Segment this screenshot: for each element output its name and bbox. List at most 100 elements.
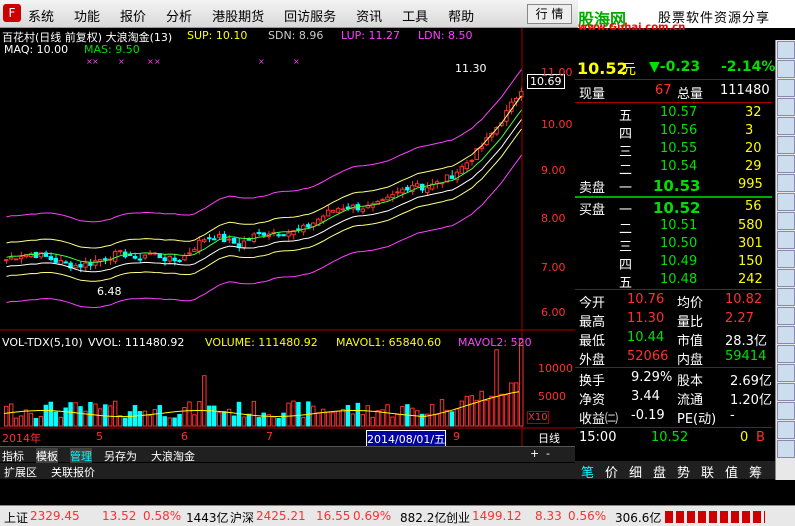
volume-bar (8, 403, 14, 427)
volume-bar (167, 417, 172, 427)
zoom-badge[interactable]: X10 (527, 411, 549, 424)
toolbar-button-icon[interactable] (777, 79, 795, 97)
add-button[interactable]: + (530, 447, 539, 460)
extension-tab[interactable]: 扩展区 (4, 464, 37, 480)
kline-chart[interactable]: × × × × × × × 百花村(日线 前复权) 大浪淘金(13) SUP: 10.10 … (0, 28, 575, 448)
chart-tab[interactable]: 模板 (36, 448, 58, 464)
ask-price: 10.54 (660, 159, 698, 174)
price-unit: 元 (622, 62, 636, 78)
toolbar-button-icon[interactable] (777, 136, 795, 154)
sh-index-change: 13.52 (102, 509, 137, 523)
market-strength-bar (665, 511, 765, 523)
candle-body (385, 196, 390, 201)
toolbar-button-icon[interactable] (777, 345, 795, 363)
toolbar-button-icon[interactable] (777, 307, 795, 325)
toolbar-button-icon[interactable] (777, 250, 795, 268)
menu-item[interactable]: 功能 (74, 6, 110, 25)
toolbar-button-icon[interactable] (777, 326, 795, 344)
candle-body (464, 162, 470, 170)
stat-value: 1.20亿 (730, 393, 772, 408)
detail-tab[interactable]: 筹 (749, 462, 762, 481)
date-axis-label: 6 (181, 430, 188, 443)
bid-volume: 301 (738, 236, 763, 251)
price-axis-label: 6.00 (541, 306, 566, 319)
divider (575, 289, 772, 290)
signal-marker: × (118, 57, 125, 66)
detail-tab[interactable]: 细 (629, 462, 642, 481)
volume-bar (459, 400, 465, 427)
detail-tab[interactable]: 值 (725, 462, 738, 481)
price-axis-label: 9.00 (541, 164, 566, 177)
toolbar-button-icon[interactable] (777, 383, 795, 401)
menu-item[interactable]: 港股期货 (212, 6, 274, 25)
bid-level: 一 (619, 203, 633, 218)
detail-tab[interactable]: 笔 (581, 462, 594, 481)
status-bar: 上证 2329.45 13.52 0.58% 1443亿 沪深 2425.21 … (0, 505, 795, 526)
toolbar-button-icon[interactable] (777, 402, 795, 420)
volume-bar (152, 409, 158, 427)
price-axis-label: 8.00 (541, 212, 566, 225)
ask1-price: 10.53 (653, 177, 701, 195)
toolbar-button-icon[interactable] (777, 98, 795, 116)
stat-label: 今开 (579, 296, 606, 311)
menu-item[interactable]: 帮助 (448, 6, 484, 25)
volume-bar (410, 407, 415, 427)
menu-item[interactable]: 工具 (402, 6, 438, 25)
last-price: 10.52 (577, 59, 628, 78)
menu-item[interactable]: 系统 (28, 6, 64, 25)
volume-bar (311, 405, 316, 427)
toolbar-button-icon[interactable] (777, 117, 795, 135)
candle-body (301, 224, 306, 233)
quote-button[interactable]: 行 情 (527, 4, 572, 24)
toolbar-button-icon[interactable] (777, 155, 795, 173)
toolbar-button-icon[interactable] (777, 41, 795, 59)
signal-marker: × (293, 57, 300, 66)
mavol1-value: MAVOL1: 65840.60 (336, 336, 442, 349)
menu-item[interactable]: 资讯 (356, 6, 392, 25)
toolbar-button-icon[interactable] (777, 288, 795, 306)
period-label[interactable]: 日线 (538, 430, 560, 446)
volume-bar (469, 395, 474, 427)
toolbar-button-icon[interactable] (777, 174, 795, 192)
volume-bar (212, 405, 217, 427)
toolbar-button-icon[interactable] (777, 269, 795, 287)
ask-volume: 32 (745, 105, 762, 120)
candle-body (340, 208, 346, 211)
ask-price: 10.57 (660, 105, 698, 120)
candle-body (18, 256, 24, 260)
chart-tab[interactable]: 另存为 (104, 448, 137, 464)
toolbar-button-icon[interactable] (777, 212, 795, 230)
divider (575, 79, 772, 80)
candle-body (202, 239, 207, 242)
remove-button[interactable]: - (546, 447, 550, 460)
volume-bar (43, 404, 49, 427)
toolbar-button-icon[interactable] (777, 231, 795, 249)
sh-index-amount: 1443亿 (186, 511, 229, 525)
volume-bar (226, 408, 232, 427)
toolbar-button-icon[interactable] (777, 421, 795, 439)
menu-item[interactable]: 分析 (166, 6, 202, 25)
menu-item[interactable]: 报价 (120, 6, 156, 25)
detail-tab[interactable]: 势 (677, 462, 690, 481)
toolbar-button-icon[interactable] (777, 60, 795, 78)
candle-body (13, 258, 19, 261)
toolbar-button-icon[interactable] (777, 193, 795, 211)
menu-item[interactable]: 回访服务 (284, 6, 346, 25)
toolbar-button-icon[interactable] (777, 364, 795, 382)
candle-body (261, 232, 266, 236)
extension-tab[interactable]: 关联报价 (51, 464, 95, 480)
toolbar-button-icon[interactable] (777, 440, 795, 458)
candle-body (256, 232, 262, 235)
detail-tab[interactable]: 盘 (653, 462, 666, 481)
chart-tab[interactable]: 指标 (2, 448, 24, 464)
chart-tab[interactable]: 管理 (70, 448, 92, 464)
detail-tab[interactable]: 联 (701, 462, 714, 481)
candle-body (296, 228, 301, 231)
detail-tab[interactable]: 价 (605, 462, 618, 481)
volume-bar (375, 410, 380, 427)
chart-tab[interactable]: 大浪淘金 (151, 448, 195, 464)
vol-indicator-name: VOL-TDX(5,10) (2, 336, 83, 349)
volume-bar (360, 414, 366, 427)
ask-row: 三 10.55 20 (575, 141, 772, 160)
date-axis-label: 2014年 (2, 432, 41, 445)
